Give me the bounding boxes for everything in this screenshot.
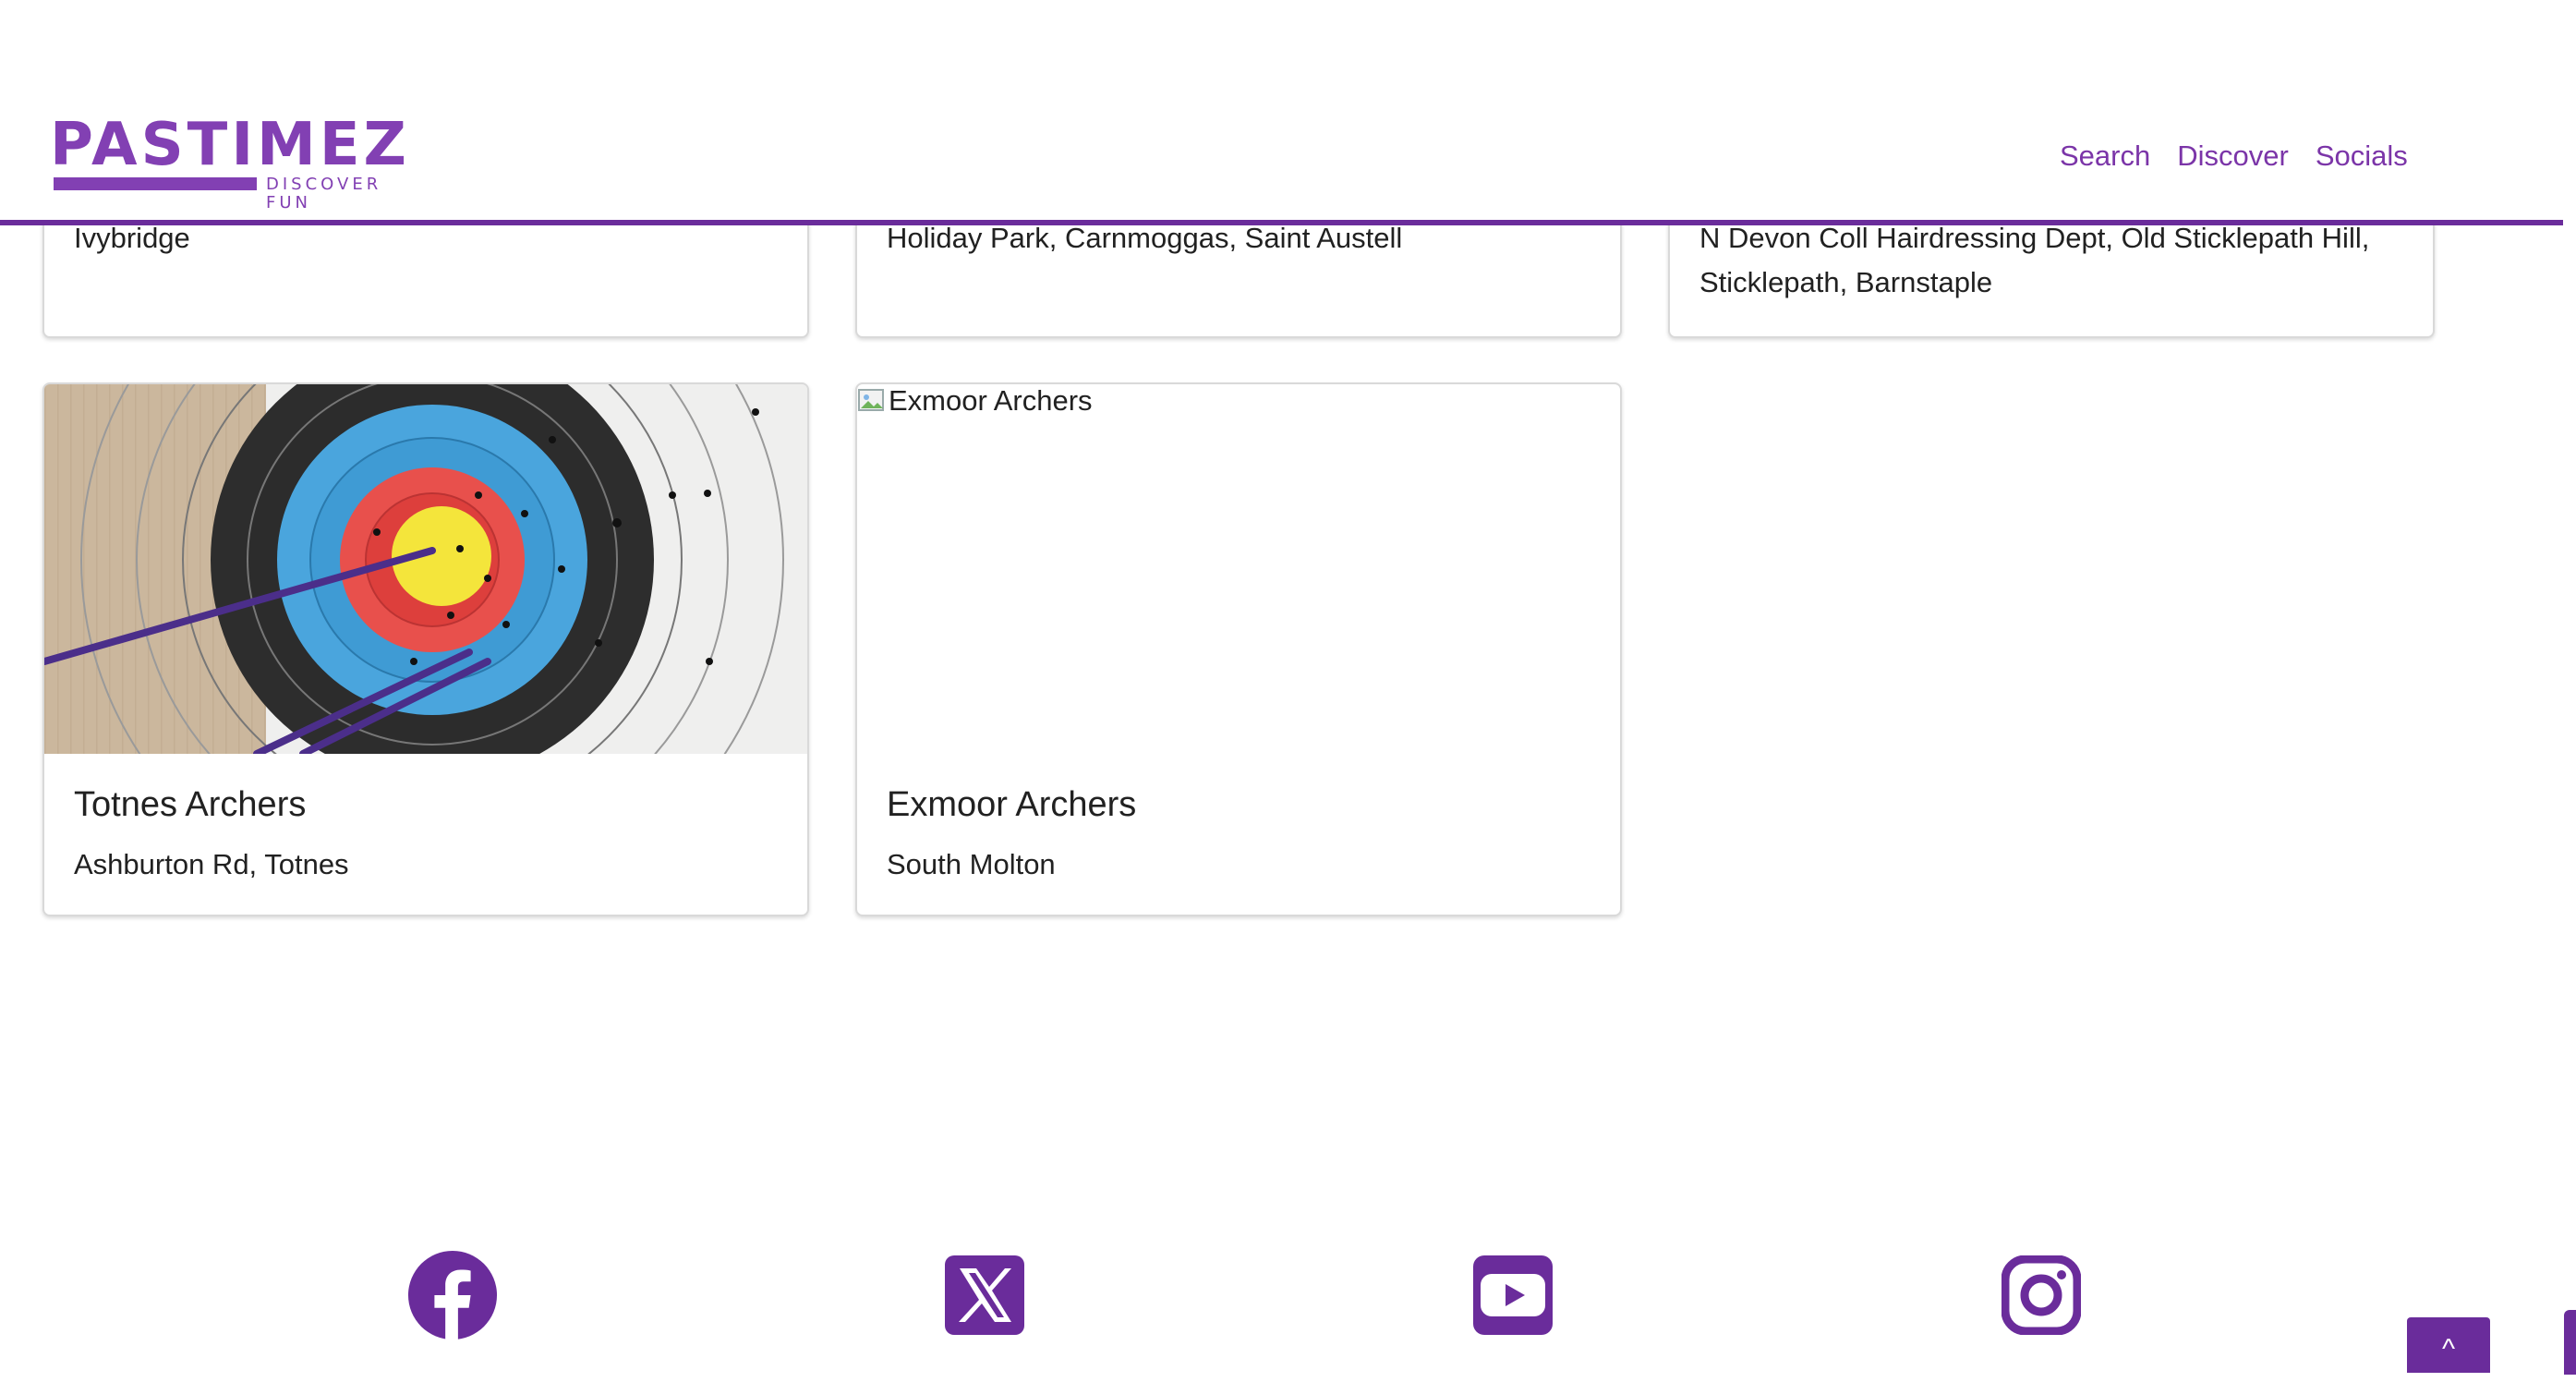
nav-socials-link[interactable]: Socials [2316, 139, 2408, 174]
site-header: PASTIMEZ DISCOVER FUN Search Discover So… [0, 0, 2563, 225]
pastimez-logo[interactable]: PASTIMEZ DISCOVER FUN [50, 111, 412, 212]
logo-wordmark: PASTIMEZ [50, 111, 410, 179]
side-tab[interactable] [2564, 1310, 2576, 1375]
logo-underline-bar [54, 177, 257, 190]
card-address: South Molton [887, 848, 1056, 880]
nav-search-link[interactable]: Search [2060, 139, 2150, 174]
chevron-up-icon: ^ [2441, 1334, 2456, 1364]
x-icon[interactable] [938, 1249, 1031, 1341]
broken-image: Exmoor Archers [857, 384, 1093, 418]
image-alt-text: Exmoor Archers [889, 384, 1093, 417]
club-image-broken: Exmoor Archers [857, 384, 1620, 754]
archery-target-image [44, 384, 807, 754]
club-card-totnes-archers[interactable]: Totnes Archers Ashburton Rd, Totnes [42, 382, 809, 916]
back-to-top-button[interactable]: ^ [2407, 1317, 2490, 1373]
instagram-icon[interactable] [1995, 1249, 2087, 1341]
youtube-icon[interactable] [1467, 1249, 1559, 1341]
card-address: Ashburton Rd, Totnes [74, 848, 349, 880]
broken-image-icon [858, 389, 884, 411]
archery-target-photo [44, 384, 807, 754]
club-card-exmoor-archers[interactable]: Exmoor Archers Exmoor Archers South Molt… [855, 382, 1622, 916]
card-address: N Devon Coll Hairdressing Dept, Old Stic… [1699, 222, 2370, 298]
card-title[interactable]: Exmoor Archers [887, 783, 1136, 826]
main-nav: Search Discover Socials [2060, 139, 2435, 174]
nav-discover-link[interactable]: Discover [2177, 139, 2289, 174]
card-title[interactable]: Totnes Archers [74, 783, 306, 826]
facebook-icon[interactable] [406, 1249, 499, 1341]
logo-tagline: DISCOVER FUN [266, 175, 382, 212]
